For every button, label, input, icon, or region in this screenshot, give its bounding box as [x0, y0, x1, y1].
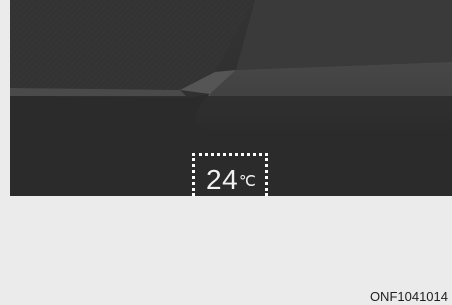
temperature-value: 24: [206, 164, 239, 195]
manual-figure: 24 ℃ ONF1041014: [0, 0, 452, 305]
temperature-unit: ℃: [239, 173, 256, 190]
figure-code: ONF1041014: [369, 289, 448, 304]
